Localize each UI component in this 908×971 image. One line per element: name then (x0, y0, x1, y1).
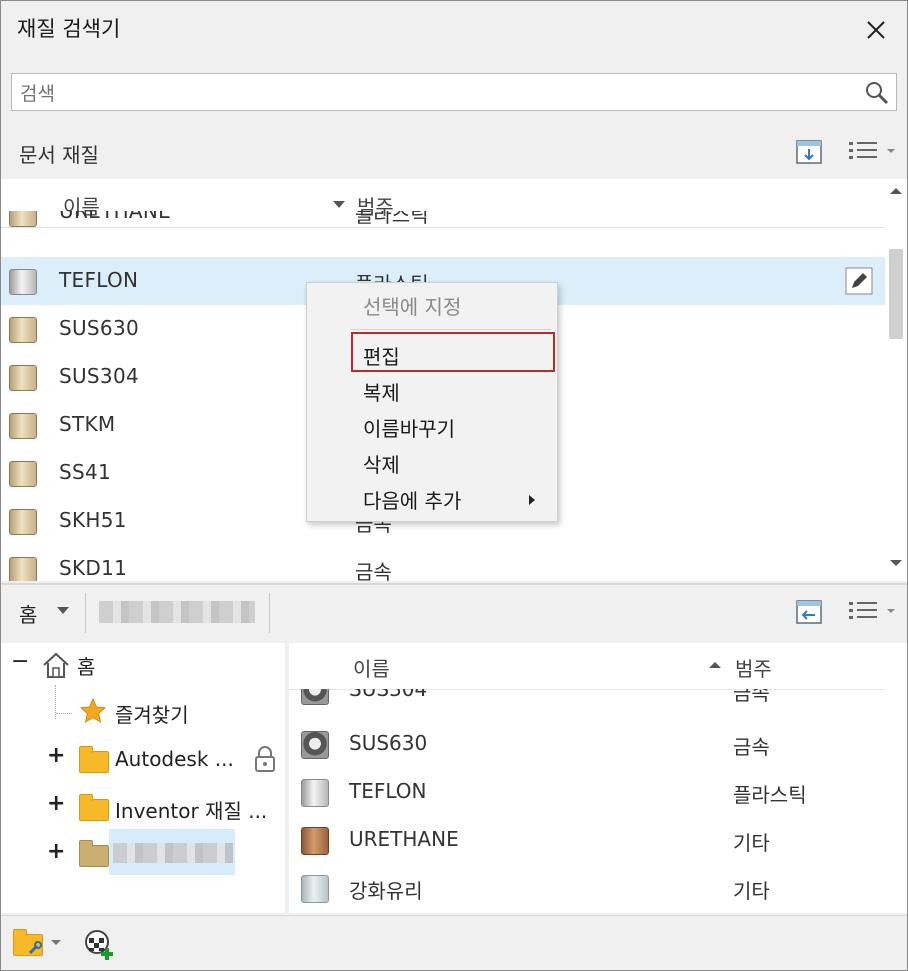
material-swatch-icon (301, 827, 329, 855)
tree-item-inventor[interactable]: Inventor 재질 ... (115, 795, 267, 824)
material-swatch-icon (9, 269, 37, 295)
column-category-header[interactable]: 범주 (735, 653, 772, 682)
search-icon[interactable] (864, 80, 890, 106)
tree-item-autodesk[interactable]: Autodesk ... (115, 747, 234, 771)
wrench-icon (28, 941, 42, 955)
chevron-down-icon[interactable] (57, 607, 69, 615)
create-material-icon[interactable] (795, 139, 823, 165)
home-icon (43, 652, 69, 678)
bottom-toolbar (1, 915, 907, 970)
search-box[interactable] (11, 73, 897, 111)
material-browser-window: 재질 검색기 문서 재질 이름 범주 URETHANE 플라스틱 (0, 0, 908, 971)
menu-item-assign-to-selection: 선택에 지정 (363, 295, 462, 319)
add-to-document-icon[interactable] (795, 599, 823, 625)
expand-icon[interactable]: + (47, 743, 65, 768)
list-item[interactable]: SUS630 금속 (289, 721, 885, 769)
search-input[interactable] (18, 82, 862, 106)
splitter[interactable] (1, 583, 907, 585)
column-name-header[interactable]: 이름 (353, 653, 390, 682)
vertical-scrollbar[interactable] (885, 179, 907, 581)
folder-icon (79, 794, 109, 821)
list-item[interactable]: URETHANE 플라스틱 (1, 211, 885, 235)
create-new-material-icon[interactable] (83, 928, 117, 962)
blurred-library-name (113, 843, 233, 863)
menu-item-rename[interactable]: 이름바꾸기 (363, 413, 455, 442)
material-swatch-icon (9, 317, 37, 343)
document-materials-label: 문서 재질 (19, 143, 99, 167)
collapse-icon[interactable]: − (11, 649, 29, 674)
list-item[interactable]: URETHANE 기타 (289, 817, 885, 865)
tree-item-favorites[interactable]: 즐겨찾기 (115, 699, 189, 728)
material-swatch-icon (301, 779, 329, 807)
list-item[interactable]: TEFLON 플라스틱 (289, 769, 885, 817)
material-swatch-icon (9, 413, 37, 439)
star-icon (79, 697, 107, 724)
library-view-options-icon[interactable] (849, 599, 899, 623)
chevron-down-icon[interactable] (51, 940, 61, 946)
material-swatch-icon (9, 461, 37, 487)
material-swatch-icon (301, 689, 329, 705)
material-swatch-icon (301, 731, 329, 759)
menu-item-delete[interactable]: 삭제 (363, 449, 400, 478)
close-icon[interactable] (863, 17, 889, 43)
menu-separator (351, 329, 551, 330)
edit-pencil-icon[interactable] (845, 267, 873, 295)
list-item[interactable]: SUS304 금속 (289, 689, 885, 711)
expand-icon[interactable]: + (47, 791, 65, 816)
sort-asc-icon (709, 662, 721, 668)
library-home-label[interactable]: 홈 (19, 599, 37, 628)
menu-item-add-to[interactable]: 다음에 추가 (363, 485, 461, 514)
material-swatch-icon (301, 875, 329, 903)
context-menu: 선택에 지정 편집 복제 이름바꾸기 삭제 다음에 추가 (306, 282, 558, 522)
material-swatch-icon (9, 509, 37, 535)
material-swatch-icon (9, 557, 37, 581)
material-swatch-icon (9, 211, 37, 227)
sort-desc-icon (333, 201, 345, 208)
lock-icon (255, 746, 275, 772)
scrollbar-thumb[interactable] (889, 249, 903, 339)
list-item[interactable]: 강화유리 기타 (289, 865, 885, 913)
window-title: 재질 검색기 (17, 17, 121, 41)
folder-icon (79, 746, 109, 773)
folder-icon (79, 840, 109, 867)
scroll-down-icon[interactable] (890, 559, 902, 567)
submenu-arrow-icon (529, 495, 535, 505)
view-options-icon[interactable] (849, 139, 899, 163)
menu-item-duplicate[interactable]: 복제 (363, 377, 400, 406)
list-header: 이름 범주 (289, 643, 885, 690)
library-tree: − 홈 즐겨찾기 + Autodesk ... + Inventor 재질 ..… (1, 643, 285, 913)
expand-icon[interactable]: + (47, 839, 65, 864)
tree-root-label[interactable]: 홈 (77, 651, 95, 680)
list-item[interactable]: SKD11 금속 (1, 545, 885, 581)
blurred-library-path (99, 601, 255, 623)
scroll-up-icon[interactable] (890, 187, 902, 195)
library-material-list: 이름 범주 SUS304 금속 SUS630 금속 TEFLON 플라스틱 UR… (289, 643, 907, 913)
menu-item-edit[interactable]: 편집 (363, 341, 400, 370)
material-swatch-icon (9, 365, 37, 391)
